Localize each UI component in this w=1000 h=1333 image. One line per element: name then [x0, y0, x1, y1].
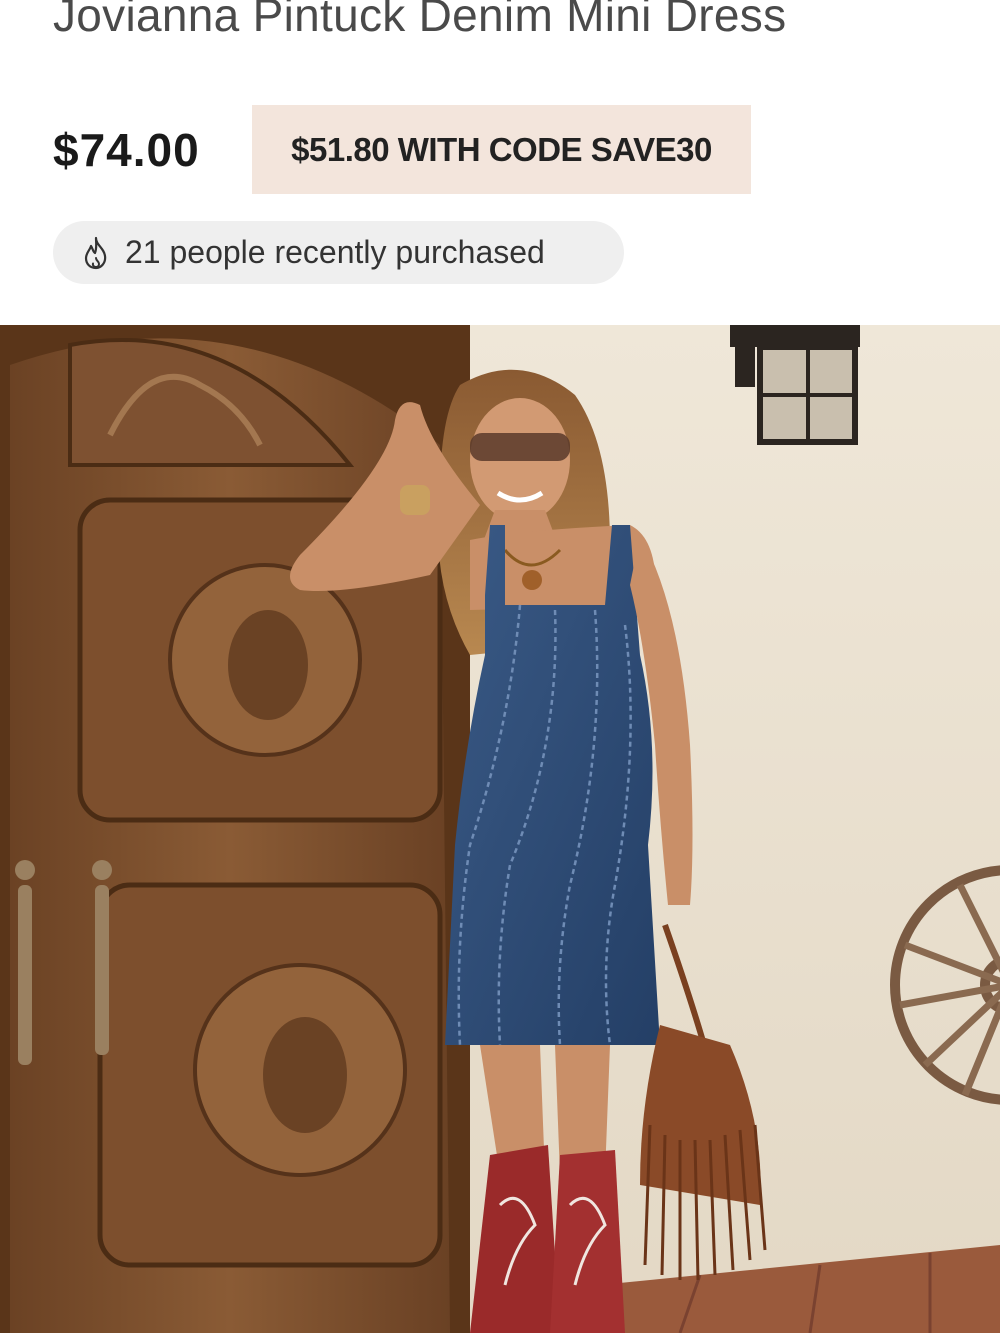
flame-icon — [80, 236, 112, 270]
price-row: $74.00 $51.80 WITH CODE SAVE30 — [53, 105, 751, 194]
product-price: $74.00 — [53, 123, 200, 176]
product-title: Jovianna Pintuck Denim Mini Dress — [53, 0, 787, 41]
promo-code-badge[interactable]: $51.80 WITH CODE SAVE30 — [252, 105, 751, 194]
recent-purchases-text: 21 people recently purchased — [125, 234, 545, 270]
recent-purchases-badge: 21 people recently purchased — [53, 221, 624, 284]
product-image[interactable] — [0, 325, 1000, 1333]
